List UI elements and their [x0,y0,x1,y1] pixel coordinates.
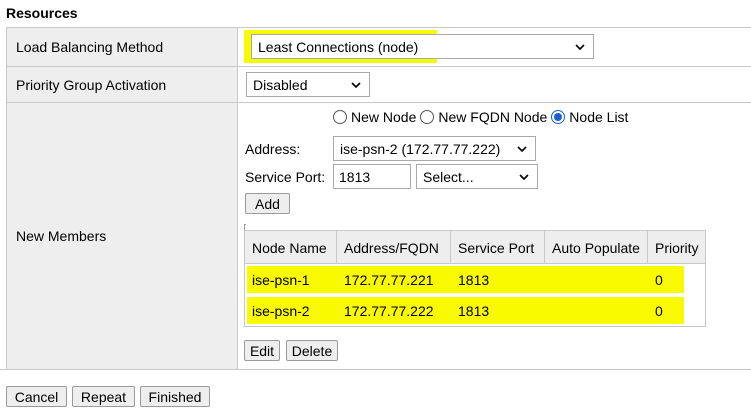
resources-form: Load Balancing Method Least Connections … [6,27,751,370]
radio-circle-new-node[interactable] [333,110,347,124]
cell-service-port: 1813 [458,302,490,319]
priority-group-row: Priority Group Activation Disabled [7,67,751,103]
col-service-port: Service Port [451,231,545,264]
cell-node-name: ise-psn-1 [252,271,310,288]
footer-divider [0,369,751,370]
cancel-button[interactable]: Cancel [6,386,67,407]
add-button[interactable]: Add [245,193,290,214]
address-select[interactable]: ise-psn-2 (172.77.77.222) [333,136,536,161]
chevron-down-icon [351,82,361,89]
radio-new-fqdn-node[interactable]: New FQDN Node [420,109,547,125]
radio-circle-node-list[interactable] [551,110,566,124]
col-node-name: Node Name [245,231,337,264]
service-port-label: Service Port: [245,169,326,185]
radio-label-new-fqdn-node: New FQDN Node [438,109,548,125]
delete-button[interactable]: Delete [286,340,338,361]
table-row[interactable]: ise-psn-1 172.77.77.221 1813 0 [245,264,705,295]
cell-address: 172.77.77.222 [344,302,434,319]
cell-priority: 0 [655,302,663,319]
col-address: Address/FQDN [337,231,451,264]
repeat-button[interactable]: Repeat [72,386,135,407]
chevron-down-icon [575,44,585,51]
radio-label-node-list: Node List [569,109,629,125]
priority-group-selected: Disabled [253,76,308,93]
table-row[interactable]: ise-psn-2 172.77.77.222 1813 0 [245,295,705,326]
radio-circle-new-fqdn-node[interactable] [420,110,435,124]
cell-node-name: ise-psn-2 [252,302,310,319]
edit-button[interactable]: Edit [244,340,280,361]
priority-group-select[interactable]: Disabled [246,72,370,97]
col-priority: Priority [655,239,699,256]
priority-group-label: Priority Group Activation [7,67,238,102]
address-selected: ise-psn-2 (172.77.77.222) [340,140,501,157]
new-members-label: New Members [7,103,238,369]
new-members-row: New Members New Node New FQDN Node Node … [7,103,751,370]
col-auto-populate: Auto Populate [545,231,648,264]
chevron-down-icon [519,174,529,181]
service-select[interactable]: Select... [416,164,538,189]
radio-label-new-node: New Node [351,109,417,125]
members-table: Node Name Address/FQDN Service Port Auto… [244,230,706,327]
section-title: Resources [6,5,78,21]
address-label: Address: [245,141,301,157]
cell-service-port: 1813 [458,271,490,288]
finished-button[interactable]: Finished [140,386,210,407]
load-balancing-row: Load Balancing Method Least Connections … [7,28,751,67]
member-type-radio-group: New Node New FQDN Node Node List [333,109,632,125]
cell-address: 172.77.77.221 [344,271,434,288]
cell-priority: 0 [655,271,663,288]
load-balancing-label: Load Balancing Method [7,28,238,66]
load-balancing-select[interactable]: Least Connections (node) [251,34,594,59]
service-port-input[interactable]: 1813 [333,164,411,189]
service-select-selected: Select... [423,168,474,185]
radio-node-list[interactable]: Node List [551,109,628,125]
chevron-down-icon [517,146,527,153]
radio-new-node[interactable]: New Node [333,109,416,125]
members-table-header: Node Name Address/FQDN Service Port Auto… [245,231,705,264]
load-balancing-selected: Least Connections (node) [258,38,419,55]
